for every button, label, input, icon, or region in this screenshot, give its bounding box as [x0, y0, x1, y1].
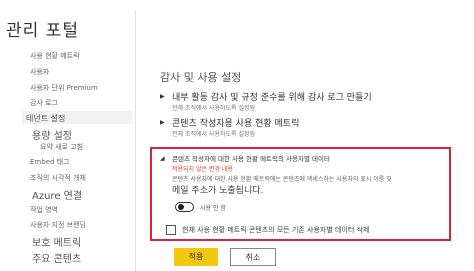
setting-usage-metrics-status: 전체 조직에서 사용하도록 설정됨 [172, 131, 256, 138]
toggle-knob [178, 204, 184, 210]
apply-button[interactable]: 적용 [174, 248, 218, 266]
cancel-button[interactable]: 취소 [230, 248, 276, 266]
collapse-caret-icon[interactable]: ◢ [160, 155, 165, 162]
sidebar-item-tenant-settings[interactable]: 테넌트 설정 [26, 113, 65, 124]
sidebar-item-protection-metrics[interactable]: 보호 메트릭 [32, 234, 81, 249]
setting-per-user-data-title[interactable]: 콘텐츠 작성자에 대한 사용 현황 메트릭의 사용자별 데이터 [172, 153, 330, 163]
sidebar-item-premium-per-user[interactable]: 사용자 단위 Premium [30, 83, 98, 93]
delete-data-checkbox[interactable] [166, 225, 176, 235]
sidebar-item-org-visuals[interactable]: 조직의 시각적 개체 [30, 173, 86, 183]
sidebar: 사용 현황 메트릭 사용자 사용자 단위 Premium 감사 로그 테넌트 설… [0, 0, 132, 271]
unapplied-changes-warning: 적용되지 않은 변경 내용 [172, 166, 233, 173]
setting-audit-logs-status: 전체 조직에서 사용하도록 설정됨 [172, 105, 256, 112]
toggle-label: 사용 안 함 [200, 205, 226, 212]
sidebar-item-refresh-summary[interactable]: 요약 새로 고침 [40, 142, 83, 152]
enable-toggle[interactable] [175, 202, 194, 212]
sidebar-item-custom-branding[interactable]: 사용자 지정 브랜딩 [30, 220, 86, 230]
delete-data-checkbox-label[interactable]: 현재 사용 현황 메트릭 콘텐츠의 모든 기존 사용자별 데이터 삭제 [182, 225, 369, 235]
setting-description: 콘텐츠 사용자에 대한 사용 현황 메트릭에는 콘텐츠에 액세스하는 사용자의 … [172, 176, 392, 183]
sidebar-item-capacity-settings[interactable]: 용량 설정 [32, 127, 72, 142]
setting-description-line2: 메일 주소가 노출됩니다. [172, 186, 264, 196]
section-header: 감사 및 사용 설정 [160, 71, 242, 84]
sidebar-item-embed-codes[interactable]: Embed 태그 [30, 157, 70, 167]
sidebar-item-usage-metrics[interactable]: 사용 현황 메트릭 [30, 51, 80, 61]
setting-usage-metrics-title[interactable]: 콘텐츠 작성자용 사용 현황 메트릭 [172, 116, 299, 129]
expand-caret-icon[interactable]: ▶ [160, 119, 165, 126]
sidebar-item-audit-logs[interactable]: 감사 로그 [30, 98, 58, 108]
main-panel: 감사 및 사용 설정 ▶ 내부 활동 감사 및 규정 준수를 위해 감사 로그 … [136, 0, 474, 271]
sidebar-item-workspaces[interactable]: 작업 영역 [30, 205, 58, 215]
setting-audit-logs-title[interactable]: 내부 활동 감사 및 규정 준수를 위해 감사 로그 만들기 [172, 90, 372, 103]
sidebar-item-users[interactable]: 사용자 [30, 67, 49, 77]
sidebar-item-azure-connections[interactable]: Azure 연결 [32, 187, 82, 202]
expand-caret-icon[interactable]: ▶ [160, 93, 165, 100]
sidebar-item-featured-content[interactable]: 주요 콘텐츠 [32, 250, 81, 265]
